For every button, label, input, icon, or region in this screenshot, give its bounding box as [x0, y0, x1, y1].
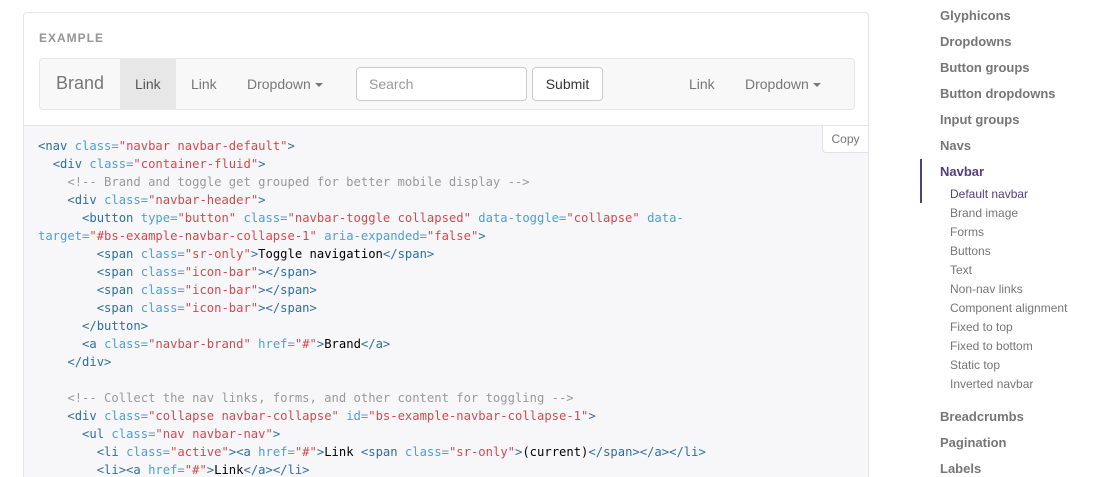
sidebar-subitem-default-navbar[interactable]: Default navbar	[950, 187, 1028, 201]
active-section-indicator	[920, 159, 922, 203]
sidebar-subitem-text[interactable]: Text	[950, 263, 972, 277]
docs-sidebar: Glyphicons Dropdowns Button groups Butto…	[920, 0, 1094, 477]
sidebar-subitem-component-alignment[interactable]: Component alignment	[950, 301, 1067, 315]
sidebar-subitem-buttons[interactable]: Buttons	[950, 244, 991, 258]
nav-right-dropdown[interactable]: Dropdown	[730, 59, 836, 109]
sidebar-subitem-forms[interactable]: Forms	[950, 225, 984, 239]
caret-down-icon	[812, 83, 821, 88]
search-input[interactable]	[356, 67, 527, 101]
sidebar-item-breadcrumbs[interactable]: Breadcrumbs	[940, 409, 1024, 424]
navbar-brand[interactable]: Brand	[56, 73, 104, 94]
nav-link[interactable]: Link	[176, 59, 232, 109]
navbar-demo: Brand Link Link Dropdown Submit Link Dro…	[39, 58, 855, 110]
sidebar-subitem-inverted-navbar[interactable]: Inverted navbar	[950, 377, 1033, 391]
example-preview: EXAMPLE Brand Link Link Dropdown Submit …	[23, 12, 869, 125]
sidebar-subitem-non-nav-links[interactable]: Non-nav links	[950, 282, 1023, 296]
sidebar-item-button-groups[interactable]: Button groups	[940, 60, 1030, 75]
submit-button[interactable]: Submit	[532, 67, 603, 101]
nav-dropdown-label: Dropdown	[247, 76, 311, 92]
sidebar-item-dropdowns[interactable]: Dropdowns	[940, 34, 1012, 49]
sidebar-subitem-static-top[interactable]: Static top	[950, 358, 1000, 372]
sidebar-subitem-fixed-to-top[interactable]: Fixed to top	[950, 320, 1013, 334]
sidebar-subitem-brand-image[interactable]: Brand image	[950, 206, 1018, 220]
sidebar-item-navbar[interactable]: Navbar	[940, 164, 984, 179]
example-label: EXAMPLE	[39, 31, 105, 45]
sidebar-item-glyphicons[interactable]: Glyphicons	[940, 8, 1011, 23]
nav-right-link[interactable]: Link	[674, 59, 730, 109]
nav-dropdown[interactable]: Dropdown	[232, 59, 338, 109]
sidebar-item-input-groups[interactable]: Input groups	[940, 112, 1019, 127]
sidebar-item-navs[interactable]: Navs	[940, 138, 971, 153]
sidebar-item-pagination[interactable]: Pagination	[940, 435, 1006, 450]
sidebar-subitem-fixed-to-bottom[interactable]: Fixed to bottom	[950, 339, 1033, 353]
code-snippet: <nav class="navbar navbar-default"> <div…	[38, 139, 706, 477]
nav-right-dropdown-label: Dropdown	[745, 76, 809, 92]
caret-down-icon	[314, 83, 323, 88]
sidebar-item-button-dropdowns[interactable]: Button dropdowns	[940, 86, 1056, 101]
nav-link-active[interactable]: Link	[120, 59, 176, 109]
copy-button[interactable]: Copy	[822, 126, 868, 153]
sidebar-item-labels[interactable]: Labels	[940, 461, 981, 476]
code-block: Copy <nav class="navbar navbar-default">…	[23, 125, 869, 477]
